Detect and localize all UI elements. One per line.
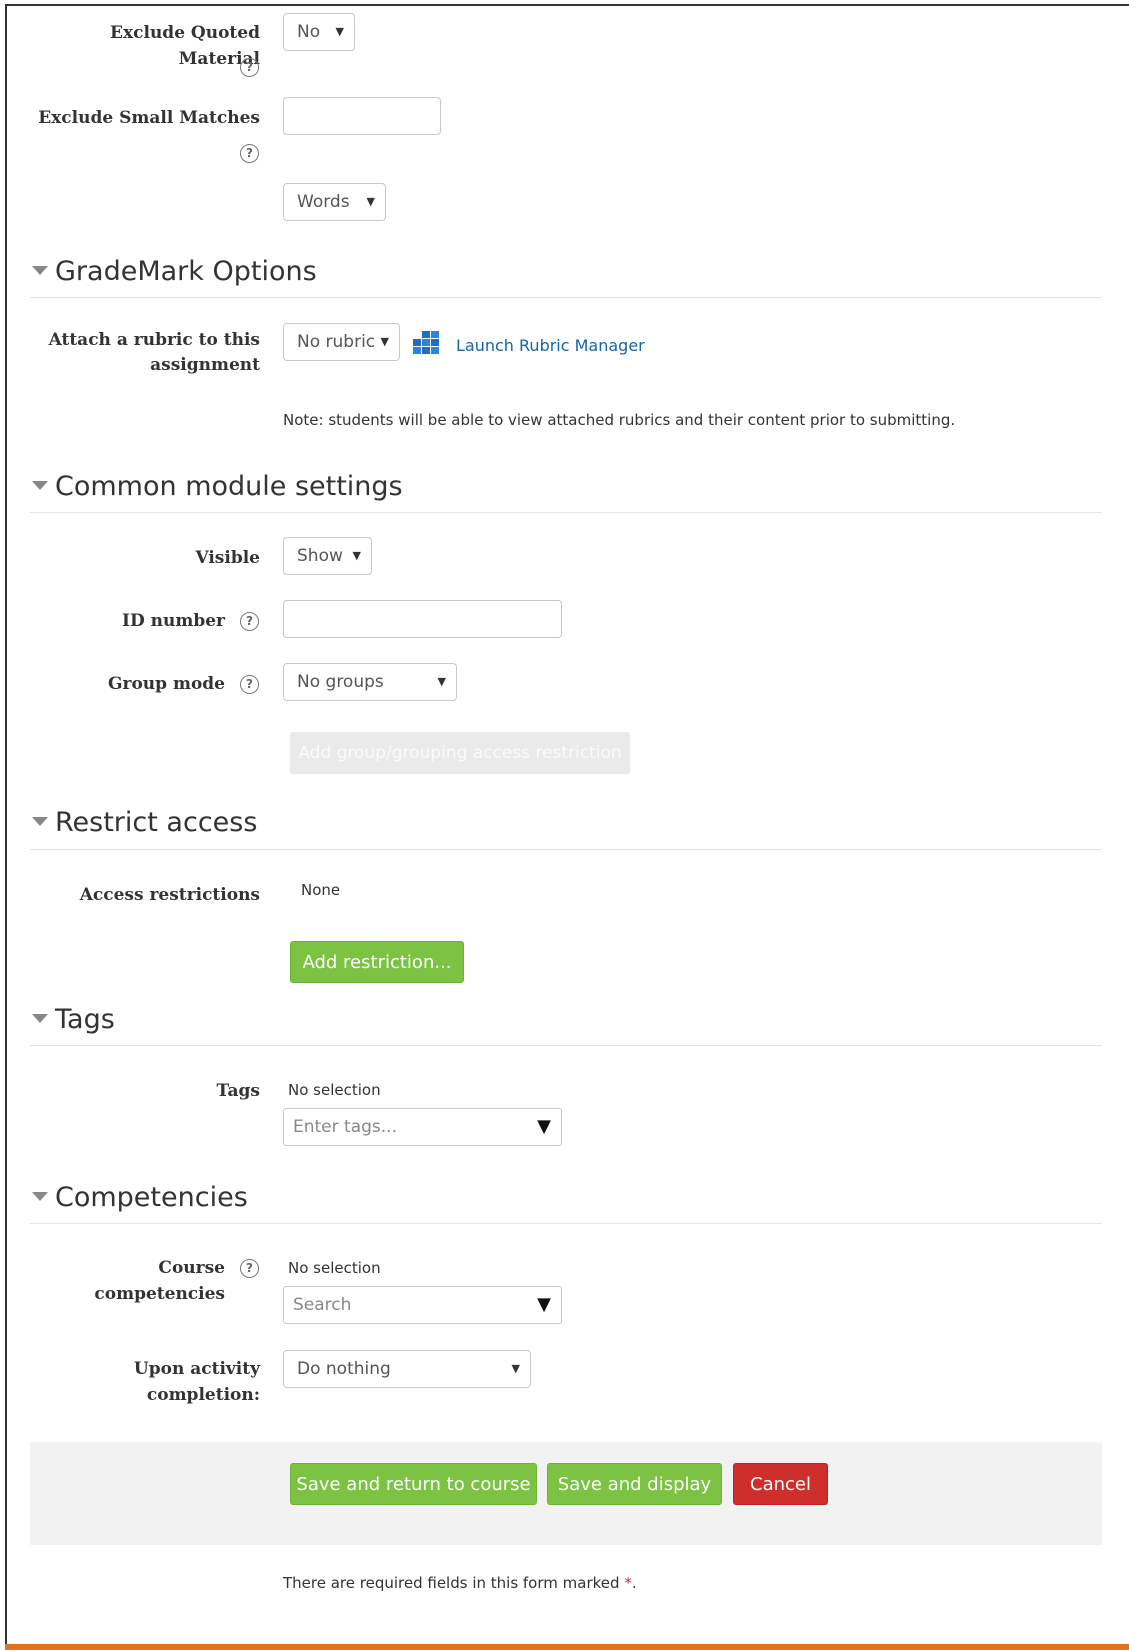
add-restriction-button[interactable]: Add restriction... xyxy=(290,941,464,983)
collapse-triangle-icon xyxy=(32,1192,48,1201)
groupmode-select[interactable]: No groups ▼ xyxy=(283,663,457,701)
caret-down-icon[interactable]: ▼ xyxy=(537,1287,551,1323)
rubric-manager-icon[interactable] xyxy=(413,330,440,355)
required-fields-note: There are required fields in this form m… xyxy=(283,1574,637,1592)
required-note-end: . xyxy=(631,1574,637,1592)
add-group-restriction-button[interactable]: Add group/grouping access restriction xyxy=(290,732,630,774)
collapse-triangle-icon xyxy=(32,266,48,275)
exclude-quoted-select[interactable]: No ▼ xyxy=(283,13,355,51)
caret-down-icon: ▼ xyxy=(366,195,375,208)
section-restrict-title: Restrict access xyxy=(55,807,258,838)
rubric-note: Note: students will be able to view atta… xyxy=(283,411,956,429)
exclude-small-unit-value: Words xyxy=(297,192,350,212)
access-restrictions-value: None xyxy=(301,881,341,899)
save-and-display-button[interactable]: Save and display xyxy=(547,1463,722,1505)
caret-down-icon: ▼ xyxy=(511,1362,520,1375)
completion-label: Upon activity completion: xyxy=(133,1359,260,1405)
rubric-value: No rubric xyxy=(297,332,376,352)
help-icon[interactable]: ? xyxy=(240,144,259,163)
required-marker: * xyxy=(624,1574,632,1592)
section-competencies-title: Competencies xyxy=(55,1182,248,1213)
exclude-small-label: Exclude Small Matches xyxy=(38,108,260,128)
tags-selection: No selection xyxy=(288,1081,381,1099)
section-grademark-title: GradeMark Options xyxy=(55,256,317,287)
accent-bar xyxy=(5,1644,1129,1650)
competencies-selection: No selection xyxy=(288,1259,381,1277)
rubric-select[interactable]: No rubric ▼ xyxy=(283,323,400,361)
divider xyxy=(30,1223,1102,1224)
section-restrict[interactable]: Restrict access xyxy=(32,806,257,840)
caret-down-icon[interactable]: ▼ xyxy=(537,1109,551,1145)
required-note-text: There are required fields in this form m… xyxy=(283,1574,620,1592)
save-and-return-button[interactable]: Save and return to course xyxy=(290,1463,537,1505)
section-grademark[interactable]: GradeMark Options xyxy=(32,255,317,289)
caret-down-icon: ▼ xyxy=(352,549,361,562)
competencies-search[interactable]: Search ▼ xyxy=(283,1286,562,1324)
divider xyxy=(30,297,1102,298)
rubric-label-line2: assignment xyxy=(150,355,260,375)
groupmode-value: No groups xyxy=(297,672,384,692)
exclude-quoted-value: No xyxy=(297,22,321,42)
caret-down-icon: ▼ xyxy=(335,25,344,38)
groupmode-label: Group mode xyxy=(107,674,225,694)
caret-down-icon: ▼ xyxy=(437,675,446,688)
completion-select[interactable]: Do nothing ▼ xyxy=(283,1350,531,1388)
visible-label: Visible xyxy=(195,548,260,568)
competencies-search-placeholder: Search xyxy=(293,1295,352,1315)
divider xyxy=(30,1045,1102,1046)
section-common-title: Common module settings xyxy=(55,471,403,502)
launch-rubric-manager-link[interactable]: Launch Rubric Manager xyxy=(456,336,645,355)
rubric-label: Attach a rubric to this assignment xyxy=(30,328,260,378)
section-common[interactable]: Common module settings xyxy=(32,470,403,504)
visible-value: Show xyxy=(297,546,343,566)
section-competencies[interactable]: Competencies xyxy=(32,1181,248,1215)
course-competencies-label: Course competencies xyxy=(94,1258,225,1304)
section-tags[interactable]: Tags xyxy=(32,1003,115,1037)
idnumber-input[interactable] xyxy=(283,600,562,638)
section-tags-title: Tags xyxy=(55,1004,115,1035)
divider xyxy=(30,849,1102,850)
access-restrictions-label: Access restrictions xyxy=(79,885,260,905)
exclude-quoted-label: Exclude Quoted Material xyxy=(110,23,260,69)
exclude-small-unit-select[interactable]: Words ▼ xyxy=(283,183,386,221)
caret-down-icon: ▼ xyxy=(380,335,389,348)
help-icon[interactable]: ? xyxy=(240,1259,259,1278)
tags-label: Tags xyxy=(216,1081,261,1101)
visible-select[interactable]: Show ▼ xyxy=(283,537,372,575)
tags-placeholder: Enter tags... xyxy=(293,1117,397,1137)
help-icon[interactable]: ? xyxy=(240,612,259,631)
tags-input[interactable]: Enter tags... ▼ xyxy=(283,1108,562,1146)
completion-value: Do nothing xyxy=(297,1359,391,1379)
exclude-small-input[interactable] xyxy=(283,97,441,135)
cancel-button[interactable]: Cancel xyxy=(733,1463,828,1505)
divider xyxy=(30,512,1102,513)
help-icon[interactable]: ? xyxy=(240,675,259,694)
collapse-triangle-icon xyxy=(32,481,48,490)
help-icon[interactable]: ? xyxy=(240,58,259,77)
rubric-label-line1: Attach a rubric to this xyxy=(48,330,260,350)
collapse-triangle-icon xyxy=(32,1014,48,1023)
collapse-triangle-icon xyxy=(32,817,48,826)
idnumber-label: ID number xyxy=(122,611,225,631)
